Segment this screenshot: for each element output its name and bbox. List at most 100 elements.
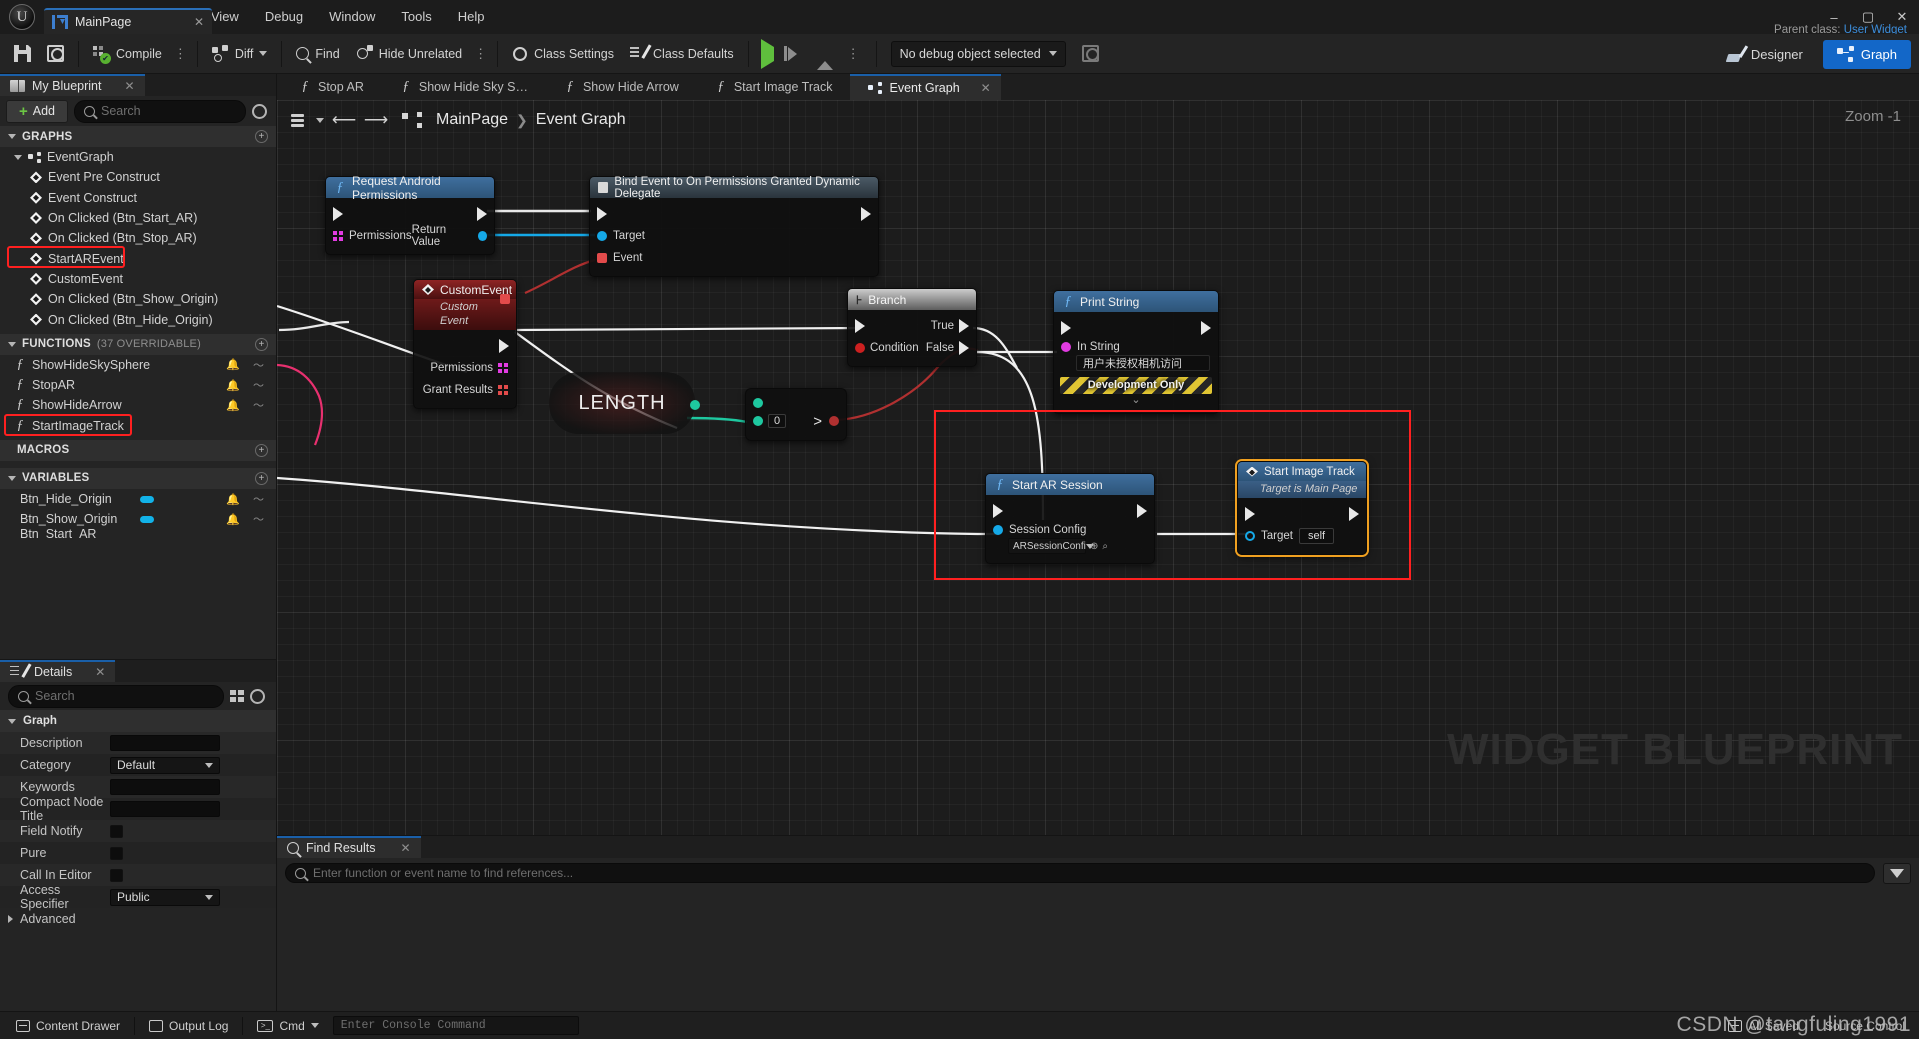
node-custom-event[interactable]: CustomEvent Custom Event Permissions Gra… bbox=[413, 279, 517, 409]
tree-item-btn-hide-origin[interactable]: Btn_Hide_Origin 🔔 〜 bbox=[0, 489, 276, 509]
debug-object-select[interactable]: No debug object selected bbox=[890, 40, 1066, 67]
graph-mode-button[interactable]: Graph bbox=[1822, 39, 1911, 69]
menu-window[interactable]: Window bbox=[316, 0, 388, 34]
unreal-logo-icon[interactable]: U bbox=[0, 0, 44, 34]
string-array-pin-icon[interactable] bbox=[333, 230, 344, 242]
object-out-pin[interactable] bbox=[477, 231, 487, 241]
exec-out-pin[interactable] bbox=[1137, 504, 1147, 518]
section-macros[interactable]: MACROS + bbox=[0, 439, 276, 461]
node-bind-event-permissions-granted[interactable]: Bind Event to On Permissions Granted Dyn… bbox=[589, 176, 879, 277]
play-options-icon[interactable]: ⋮ bbox=[843, 46, 864, 62]
add-function-icon[interactable]: + bbox=[255, 337, 268, 351]
browse-asset-icon[interactable]: ⊕ bbox=[1090, 541, 1098, 552]
add-variable-icon[interactable]: + bbox=[255, 471, 268, 485]
target-in-pin[interactable] bbox=[1245, 531, 1255, 541]
graph-tab-show-hide-arrow[interactable]: ƒ Show Hide Arrow bbox=[546, 74, 697, 100]
length-out-pin[interactable] bbox=[690, 400, 700, 410]
find-results-input[interactable]: Enter function or event name to find ref… bbox=[285, 863, 1875, 883]
tree-item-on-clicked-btn-start-ar[interactable]: On Clicked (Btn_Start_AR) bbox=[0, 208, 276, 228]
in-string-field[interactable]: 用户未授权相机访问 bbox=[1076, 355, 1210, 371]
node-request-android-permissions[interactable]: ƒ Request Android Permissions Permission… bbox=[325, 174, 495, 255]
tree-item-event-construct[interactable]: Event Construct bbox=[0, 188, 276, 208]
tree-item-btn-show-origin[interactable]: Btn_Show_Origin 🔔 〜 bbox=[0, 509, 276, 529]
wave-icon[interactable]: 〜 bbox=[253, 397, 264, 413]
tree-item-startimagetrack[interactable]: ƒ StartImageTrack bbox=[0, 413, 276, 436]
add-button[interactable]: + Add bbox=[6, 99, 69, 123]
menu-help[interactable]: Help bbox=[445, 0, 498, 34]
designer-mode-button[interactable]: Designer bbox=[1713, 40, 1817, 69]
tab-details[interactable]: Details ✕ bbox=[0, 660, 116, 682]
target-self-field[interactable]: self bbox=[1298, 528, 1335, 544]
event-in-pin[interactable] bbox=[597, 253, 607, 263]
exec-in-pin[interactable] bbox=[597, 207, 607, 221]
find-button[interactable]: Find bbox=[288, 40, 347, 68]
keywords-field[interactable] bbox=[110, 779, 220, 795]
gear-icon[interactable] bbox=[250, 688, 265, 704]
menu-debug[interactable]: Debug bbox=[252, 0, 316, 34]
eject-button[interactable] bbox=[816, 46, 833, 70]
play-button[interactable] bbox=[760, 38, 774, 69]
tab-my-blueprint[interactable]: My Blueprint ✕ bbox=[0, 74, 145, 96]
graph-tab-stop-ar[interactable]: ƒ Stop AR bbox=[281, 74, 382, 100]
target-in-pin[interactable] bbox=[597, 231, 607, 241]
session-config-pin[interactable] bbox=[993, 525, 1003, 535]
menu-tools[interactable]: Tools bbox=[388, 0, 444, 34]
exec-out-true-pin[interactable] bbox=[959, 319, 969, 333]
chevron-down-icon[interactable] bbox=[316, 117, 324, 123]
graph-tab-start-image-track[interactable]: ƒ Start Image Track bbox=[697, 74, 851, 100]
exec-out-pin[interactable] bbox=[477, 207, 487, 221]
tree-item-event-pre-construct[interactable]: Event Pre Construct bbox=[0, 167, 276, 187]
section-graphs[interactable]: GRAPHS + bbox=[0, 126, 276, 147]
exec-out-pin[interactable] bbox=[1201, 321, 1211, 335]
close-icon[interactable]: ✕ bbox=[95, 665, 105, 679]
graph-tab-event-graph[interactable]: Event Graph ✕ bbox=[850, 74, 1001, 100]
delegate-out-pin[interactable] bbox=[500, 294, 510, 304]
node-print-string[interactable]: ƒ Print String In String 用户未授权相机访问 Devel… bbox=[1053, 290, 1219, 414]
graph-tab-show-hide-sky-sphere[interactable]: ƒ Show Hide Sky S… bbox=[382, 74, 546, 100]
close-icon[interactable]: ✕ bbox=[400, 841, 410, 855]
tree-item-showhidearrow[interactable]: ƒ ShowHideArrow 🔔 〜 bbox=[0, 395, 276, 415]
cmd-selector-button[interactable]: >_ Cmd bbox=[249, 1016, 326, 1036]
content-drawer-button[interactable]: Content Drawer bbox=[8, 1016, 128, 1036]
node-length[interactable]: LENGTH bbox=[549, 372, 700, 434]
call-in-editor-checkbox[interactable] bbox=[110, 868, 123, 882]
node-start-image-track[interactable]: Start Image Track Target is Main Page Ta… bbox=[1237, 461, 1367, 555]
exec-in-pin[interactable] bbox=[333, 207, 343, 221]
tree-item-eventgraph[interactable]: EventGraph bbox=[0, 147, 276, 167]
bell-icon[interactable]: 🔔 bbox=[226, 513, 240, 526]
add-graph-icon[interactable]: + bbox=[255, 130, 268, 143]
hide-unrelated-options-icon[interactable]: ⋮ bbox=[470, 46, 491, 62]
exec-in-pin[interactable] bbox=[1061, 321, 1071, 335]
wave-icon[interactable]: 〜 bbox=[253, 377, 264, 393]
find-asset-icon[interactable]: ⌕ bbox=[1102, 541, 1108, 552]
document-tab-mainpage[interactable]: MainPage ✕ bbox=[44, 8, 212, 34]
section-functions[interactable]: FUNCTIONS (37 OVERRIDABLE) + bbox=[0, 333, 276, 355]
class-defaults-button[interactable]: Class Defaults bbox=[622, 40, 742, 68]
wave-icon[interactable]: 〜 bbox=[253, 357, 264, 373]
blueprint-canvas[interactable]: ⟵ ⟶ MainPage ❯ Event Graph Zoom -1 WIDGE… bbox=[277, 100, 1919, 835]
pure-checkbox[interactable] bbox=[110, 846, 123, 860]
section-variables[interactable]: VARIABLES + bbox=[0, 467, 276, 489]
exec-in-pin[interactable] bbox=[1245, 507, 1255, 521]
bell-icon[interactable]: 🔔 bbox=[226, 493, 240, 506]
b-in-pin[interactable] bbox=[753, 416, 763, 426]
browse-button[interactable] bbox=[39, 40, 72, 68]
tree-item-start-ar-event[interactable]: StartAREvent bbox=[0, 246, 276, 269]
bell-icon[interactable]: 🔔 bbox=[226, 399, 240, 412]
description-field[interactable] bbox=[110, 735, 220, 751]
breadcrumb-current[interactable]: Event Graph bbox=[536, 111, 626, 129]
tree-item-on-clicked-btn-stop-ar[interactable]: On Clicked (Btn_Stop_AR) bbox=[0, 228, 276, 248]
in-string-pin[interactable] bbox=[1061, 342, 1071, 352]
bell-icon[interactable]: 🔔 bbox=[226, 379, 240, 392]
exec-out-false-pin[interactable] bbox=[959, 341, 969, 355]
layers-icon[interactable] bbox=[291, 113, 308, 128]
tree-item-stopar[interactable]: ƒ StopAR 🔔 〜 bbox=[0, 375, 276, 395]
expand-advanced-icon[interactable]: ⌄ bbox=[1054, 394, 1218, 406]
step-button[interactable] bbox=[783, 46, 797, 61]
operand-field[interactable]: 0 bbox=[768, 414, 787, 428]
grid-view-icon[interactable] bbox=[230, 689, 244, 703]
add-macro-icon[interactable]: + bbox=[255, 443, 268, 457]
hide-unrelated-button[interactable]: Hide Unrelated bbox=[348, 40, 470, 68]
category-combo[interactable]: Default bbox=[110, 756, 220, 774]
session-config-combo[interactable]: ARSessionConfi bbox=[1008, 538, 1094, 554]
